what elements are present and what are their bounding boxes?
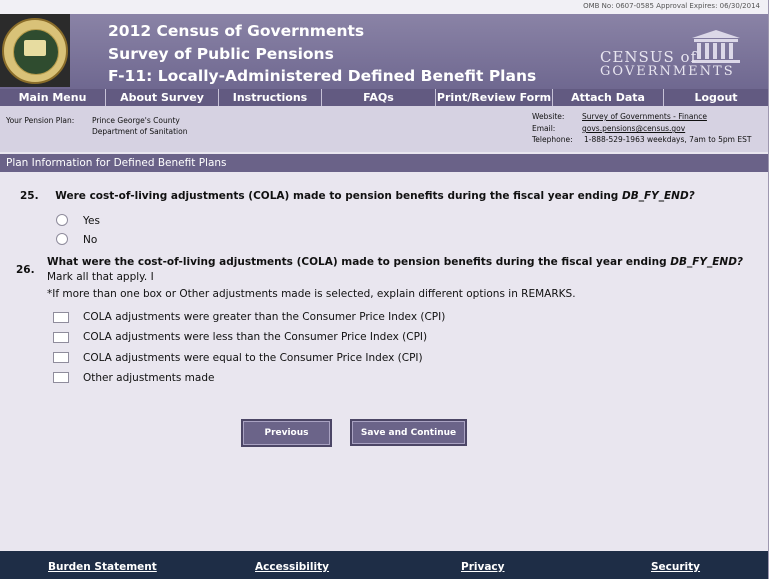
q26-other-checkbox[interactable] <box>53 372 69 383</box>
q26-greater-label: COLA adjustments were greater than the C… <box>83 311 446 323</box>
nav-print-review-form[interactable]: Print/Review Form <box>436 89 553 106</box>
question-25: 25. Were cost-of-living adjustments (COL… <box>20 190 695 202</box>
footer-accessibility-link[interactable]: Accessibility <box>255 561 329 573</box>
department-of-commerce-seal <box>0 14 70 87</box>
plan-info-panel: Your Pension Plan: Prince George's Count… <box>0 106 768 152</box>
website-link[interactable]: Survey of Governments - Finance <box>582 112 707 121</box>
q25-yes-label: Yes <box>83 215 100 227</box>
header-title-line3: F-11: Locally-Administered Defined Benef… <box>108 67 537 85</box>
q26-remarks-note: *If more than one box or Other adjustmen… <box>47 288 576 300</box>
nav-attach-data[interactable]: Attach Data <box>553 89 664 106</box>
q26-equal-label: COLA adjustments were equal to the Consu… <box>83 352 423 364</box>
q25-text: Were cost-of-living adjustments (COLA) m… <box>55 190 622 202</box>
nav-main-menu[interactable]: Main Menu <box>0 89 106 106</box>
q26-number: 26. <box>16 264 35 276</box>
telephone-value: 1-888-529-1963 weekdays, 7am to 5pm EST <box>584 135 752 144</box>
nav-instructions[interactable]: Instructions <box>219 89 322 106</box>
q26-other-label: Other adjustments made <box>83 372 215 384</box>
footer: Burden Statement Accessibility Privacy S… <box>0 551 768 579</box>
email-link[interactable]: govs.pensions@census.gov <box>582 124 685 133</box>
q25-yes-radio[interactable] <box>56 214 68 226</box>
q25-variable: DB_FY_END? <box>621 190 695 202</box>
q26-greater-checkbox[interactable] <box>53 312 69 323</box>
q26-text: What were the cost-of-living adjustments… <box>47 256 671 268</box>
census-of-governments-logo: CENSUS of GOVERNMENTS <box>592 22 748 82</box>
telephone-label: Telephone: <box>532 135 573 144</box>
pension-plan-label: Your Pension Plan: <box>6 116 75 125</box>
right-edge <box>769 0 774 579</box>
omb-text: OMB No: 0607-0585 Approval Expires: 06/3… <box>583 2 760 10</box>
previous-button[interactable]: Previous <box>241 419 332 447</box>
nav-faqs[interactable]: FAQs <box>322 89 436 106</box>
pension-plan-name-line1: Prince George's County <box>92 116 180 125</box>
seal-ring-icon <box>2 17 68 84</box>
main-nav: Main Menu About Survey Instructions FAQs… <box>0 89 768 106</box>
save-and-continue-button[interactable]: Save and Continue <box>350 419 467 446</box>
nav-about-survey[interactable]: About Survey <box>106 89 219 106</box>
q26-instruction: Mark all that apply. I <box>47 271 154 283</box>
footer-burden-statement-link[interactable]: Burden Statement <box>48 561 157 573</box>
website-label: Website: <box>532 112 565 121</box>
header-title-line1: 2012 Census of Governments <box>108 22 365 40</box>
omb-strip: OMB No: 0607-0585 Approval Expires: 06/3… <box>0 0 768 14</box>
q26-less-checkbox[interactable] <box>53 332 69 343</box>
q26-variable: DB_FY_END? <box>670 256 744 268</box>
q26-less-label: COLA adjustments were less than the Cons… <box>83 331 428 343</box>
q26-equal-checkbox[interactable] <box>53 352 69 363</box>
header-title-line2: Survey of Public Pensions <box>108 45 334 63</box>
nav-logout[interactable]: Logout <box>664 89 768 106</box>
q25-no-label: No <box>83 234 98 246</box>
logo-governments: GOVERNMENTS <box>600 64 735 79</box>
q25-no-radio[interactable] <box>56 233 68 245</box>
q25-number: 25. <box>20 190 39 202</box>
pension-plan-name-line2: Department of Sanitation <box>92 127 188 136</box>
footer-security-link[interactable]: Security <box>651 561 700 573</box>
footer-privacy-link[interactable]: Privacy <box>461 561 504 573</box>
question-26: What were the cost-of-living adjustments… <box>47 256 743 268</box>
section-title: Plan Information for Defined Benefit Pla… <box>0 154 768 172</box>
email-label: Email: <box>532 124 556 133</box>
